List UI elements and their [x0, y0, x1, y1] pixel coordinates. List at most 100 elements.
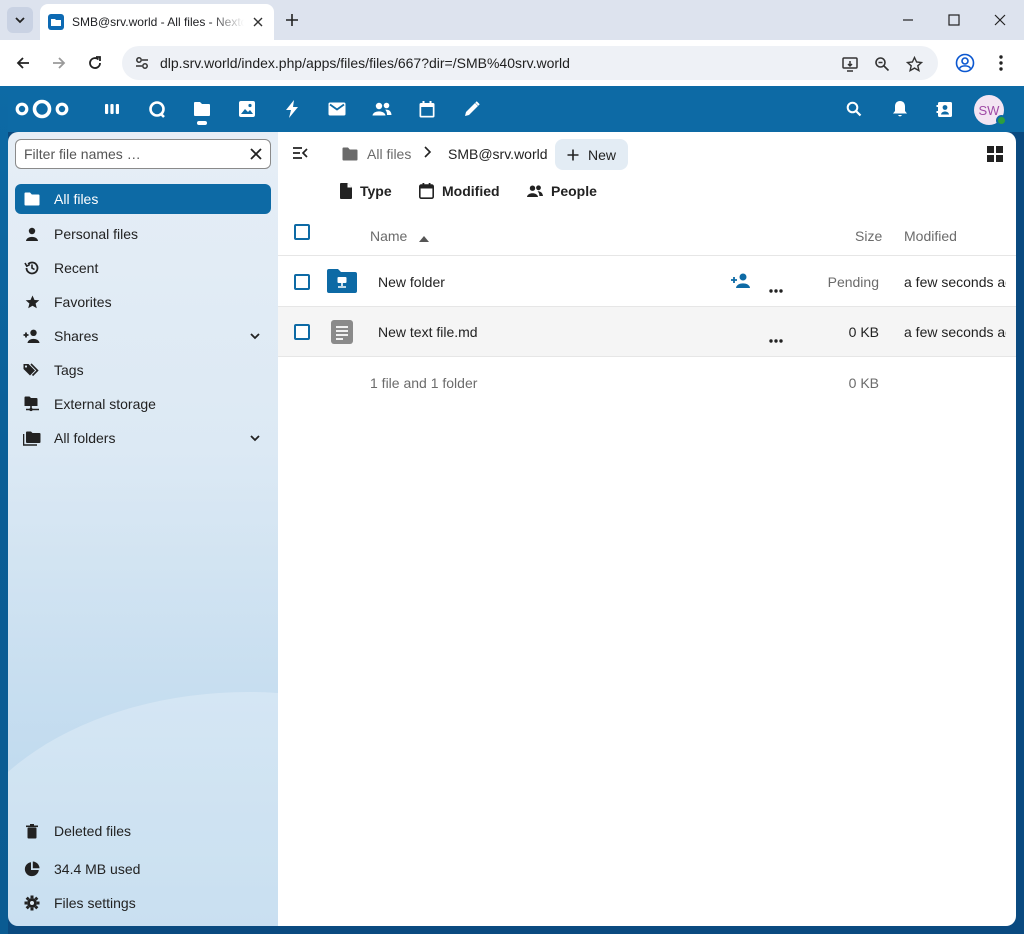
- plus-icon: [567, 149, 579, 161]
- contacts-menu-icon[interactable]: [934, 98, 956, 120]
- contacts-icon[interactable]: [371, 98, 393, 120]
- sidebar-item-tags[interactable]: Tags: [15, 355, 271, 385]
- breadcrumb-all-files[interactable]: All files: [342, 146, 411, 162]
- sidebar-item-label: Favorites: [54, 294, 112, 310]
- files-table-header: Name Size Modified: [278, 216, 1016, 256]
- more-actions-icon[interactable]: [769, 280, 783, 296]
- star-icon: [23, 293, 41, 311]
- sidebar-item-label: External storage: [54, 396, 156, 412]
- arrow-right-icon: [53, 57, 66, 69]
- browser-tab[interactable]: SMB@srv.world - All files - Nextcloud: [40, 4, 274, 40]
- new-button[interactable]: New: [555, 139, 628, 170]
- files-main-content: All files SMB@srv.world New Type Modifie…: [278, 132, 1016, 926]
- more-actions-icon[interactable]: [769, 330, 783, 346]
- chevron-right-icon: [423, 146, 433, 158]
- filter-file-names-field[interactable]: [15, 139, 271, 169]
- sidebar-item-external-storage[interactable]: External storage: [15, 389, 271, 419]
- browser-menu-button[interactable]: [989, 51, 1013, 75]
- sidebar-item-deleted-files[interactable]: Deleted files: [15, 816, 271, 846]
- grid-view-icon[interactable]: [987, 146, 1003, 165]
- mail-icon[interactable]: [326, 98, 348, 120]
- breadcrumb-current[interactable]: SMB@srv.world: [448, 146, 548, 162]
- minimize-icon: [903, 19, 913, 21]
- chevron-down-icon[interactable]: [249, 329, 261, 345]
- sort-ascending-icon: [419, 229, 430, 245]
- close-tab-icon[interactable]: [250, 14, 266, 30]
- reload-icon: [89, 56, 101, 69]
- bookmark-star-icon[interactable]: [904, 54, 924, 74]
- forward-button[interactable]: [47, 51, 71, 75]
- sidebar-item-shares[interactable]: Shares: [15, 321, 271, 351]
- size-column-header[interactable]: Size: [855, 228, 882, 244]
- file-size: Pending: [827, 274, 879, 290]
- person-icon: [23, 225, 41, 243]
- sidebar-item-all-folders[interactable]: All folders: [15, 423, 271, 453]
- nextcloud-favicon-icon: [48, 14, 64, 30]
- plus-icon: [286, 14, 298, 26]
- clear-filter-icon[interactable]: [250, 148, 262, 160]
- activity-icon[interactable]: [281, 98, 303, 120]
- toggle-navigation-icon[interactable]: [292, 146, 308, 163]
- sidebar-item-label: Personal files: [54, 226, 139, 242]
- nextcloud-logo-icon[interactable]: [14, 98, 70, 123]
- back-button[interactable]: [11, 51, 35, 75]
- folder-icon: [342, 147, 358, 161]
- unified-search-icon[interactable]: [843, 98, 865, 120]
- maximize-button[interactable]: [931, 0, 977, 40]
- filter-file-names-input[interactable]: [24, 146, 244, 162]
- table-row[interactable]: New folder Pending a few seconds ago: [278, 257, 1016, 307]
- filter-modified-button[interactable]: Modified: [419, 183, 500, 199]
- site-info-icon[interactable]: [126, 55, 158, 71]
- chevron-down-icon: [15, 17, 25, 24]
- talk-icon[interactable]: [146, 98, 168, 120]
- address-bar[interactable]: dlp.srv.world/index.php/apps/files/files…: [122, 46, 938, 80]
- install-app-icon[interactable]: [840, 54, 860, 74]
- chevron-down-icon[interactable]: [249, 431, 261, 447]
- sidebar-item-favorites[interactable]: Favorites: [15, 287, 271, 317]
- account-icon: [955, 53, 975, 73]
- profile-button[interactable]: [953, 51, 977, 75]
- url-text[interactable]: dlp.srv.world/index.php/apps/files/files…: [160, 55, 570, 71]
- file-name[interactable]: New folder: [378, 274, 445, 290]
- file-name[interactable]: New text file.md: [378, 324, 478, 340]
- close-window-button[interactable]: [977, 0, 1023, 40]
- tab-title: SMB@srv.world - All files - Nextcloud: [72, 15, 244, 29]
- folder-icon: [23, 190, 41, 208]
- filter-modified-label: Modified: [442, 183, 500, 199]
- filter-people-button[interactable]: People: [527, 183, 597, 199]
- active-app-indicator: [197, 121, 207, 125]
- minimize-button[interactable]: [885, 0, 931, 40]
- sidebar-item-recent[interactable]: Recent: [15, 253, 271, 283]
- row-checkbox[interactable]: [294, 324, 310, 340]
- app-navigation: All files Personal files Recent Favorite…: [8, 132, 278, 926]
- calendar-icon: [419, 183, 434, 199]
- share-icon: [23, 327, 41, 345]
- table-row[interactable]: New text file.md 0 KB a few seconds ago: [278, 307, 1016, 357]
- reload-button[interactable]: [83, 51, 107, 75]
- new-tab-button[interactable]: [282, 10, 302, 30]
- files-settings-button[interactable]: Files settings: [15, 888, 271, 918]
- select-all-checkbox[interactable]: [294, 224, 310, 240]
- quota-label: 34.4 MB used: [54, 861, 141, 877]
- browser-tab-bar: SMB@srv.world - All files - Nextcloud: [0, 0, 1024, 40]
- photos-icon[interactable]: [236, 98, 258, 120]
- filter-type-button[interactable]: Type: [340, 183, 392, 199]
- tab-search-button[interactable]: [7, 7, 33, 33]
- notifications-bell-icon[interactable]: [889, 98, 911, 120]
- dashboard-icon[interactable]: [101, 98, 123, 120]
- row-checkbox[interactable]: [294, 274, 310, 290]
- zoom-icon[interactable]: [872, 54, 892, 74]
- file-modified: a few seconds ago: [904, 274, 1006, 290]
- modified-column-header[interactable]: Modified: [904, 228, 957, 244]
- calendar-icon[interactable]: [416, 98, 438, 120]
- document-icon: [340, 183, 352, 199]
- files-icon[interactable]: [191, 98, 213, 120]
- breadcrumb-label: SMB@srv.world: [448, 146, 548, 162]
- sidebar-item-all-files[interactable]: All files: [15, 184, 271, 214]
- share-user-icon[interactable]: [731, 273, 751, 291]
- storage-quota[interactable]: 34.4 MB used: [15, 854, 271, 884]
- sidebar-item-personal-files[interactable]: Personal files: [15, 219, 271, 249]
- sidebar-item-label: Deleted files: [54, 823, 132, 839]
- notes-icon[interactable]: [461, 98, 483, 120]
- name-column-header[interactable]: Name: [370, 228, 430, 245]
